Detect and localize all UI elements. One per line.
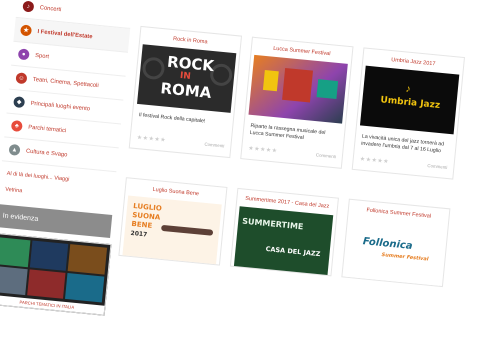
page-content: ♪ Concerti ★ I Festival dell'Estate ● Sp…: [0, 0, 479, 338]
sidebar-item-label: Cultura e Svago: [25, 148, 68, 158]
rating-stars[interactable]: ★★★★★: [248, 145, 278, 155]
luglio-suona-bene-poster[interactable]: LUGLIO SUONA BENE 2017: [122, 195, 222, 265]
poster-text: ROMA: [159, 79, 213, 102]
sidebar-item-label: Sport: [34, 52, 50, 60]
event-card[interactable]: Umbria Jazz 2017 ♪ Umbria Jazz La vivaci…: [351, 47, 466, 180]
sidebar-item-label: Parchi tematici: [28, 124, 67, 134]
lucca-summer-festival-poster[interactable]: [248, 54, 348, 124]
poster-text: Summer Festival: [381, 252, 429, 263]
poster-text: CASA DEL JAZZ: [265, 244, 321, 259]
sport-icon: ●: [17, 48, 30, 61]
rock-in-roma-poster[interactable]: ROCK IN ROMA: [137, 44, 237, 113]
poster-text: 2017: [130, 229, 148, 239]
location-icon: ◆: [13, 96, 26, 109]
event-card[interactable]: Follonica Summer Festival Follonica Summ…: [341, 198, 451, 288]
culture-icon: ▲: [8, 143, 21, 156]
poster-block: [316, 79, 339, 100]
park-tile: [0, 237, 31, 268]
theatre-icon: ☺: [15, 72, 28, 85]
jazz-icon: ♪: [405, 83, 412, 96]
music-icon: ♪: [22, 0, 35, 13]
casa-del-jazz-poster[interactable]: SUMMERTIME CASA DEL JAZZ: [233, 206, 334, 275]
follonica-logo[interactable]: Follonica Summer Festival: [345, 216, 445, 286]
sidebar-item-label: Teatri, Cinema, Spettacoli: [32, 76, 99, 89]
category-sidebar: ♪ Concerti ★ I Festival dell'Estate ● Sp…: [0, 0, 133, 316]
poster-block: [262, 70, 279, 92]
festival-icon: ★: [20, 24, 33, 37]
event-card[interactable]: Summertime 2017 - Casa del Jazz SUMMERTI…: [229, 187, 339, 277]
rating-stars[interactable]: ★★★★★: [359, 156, 389, 166]
guitar-icon: [160, 224, 214, 236]
sidebar-item-label: Principali luoghi evento: [30, 100, 91, 112]
rating-stars[interactable]: ★★★★★: [136, 134, 166, 144]
park-tile: [64, 273, 105, 303]
theme-parks-banner[interactable]: PARCHI TEMATICI IN ITALIA: [0, 232, 112, 316]
poster-block: [282, 67, 314, 103]
event-card[interactable]: Luglio Suona Bene LUGLIO SUONA BENE 2017: [118, 177, 228, 266]
park-tile: [27, 269, 66, 299]
park-icon: ♣: [10, 119, 23, 132]
event-card[interactable]: Lucca Summer Festival Riparte la rassegn…: [240, 36, 354, 169]
park-tile: [67, 244, 108, 275]
comments-link[interactable]: Commenti: [427, 163, 447, 170]
poster-text: SUMMERTIME: [241, 216, 304, 232]
park-tile: [29, 240, 69, 271]
sidebar-item-label: I Festival dell'Estate: [37, 28, 93, 40]
event-card[interactable]: Rock in Roma ROCK IN ROMA Il festival Ro…: [128, 25, 243, 159]
poster-text: Umbria Jazz: [380, 95, 441, 111]
poster-text: Follonica: [362, 236, 414, 252]
sidebar-item-label: Concerti: [39, 4, 62, 13]
speaker-icon: [141, 56, 166, 81]
umbria-jazz-logo[interactable]: ♪ Umbria Jazz: [359, 65, 460, 135]
comments-link[interactable]: Commenti: [204, 142, 224, 149]
poster-text: BENE: [131, 219, 153, 230]
comments-link[interactable]: Commenti: [316, 152, 336, 159]
